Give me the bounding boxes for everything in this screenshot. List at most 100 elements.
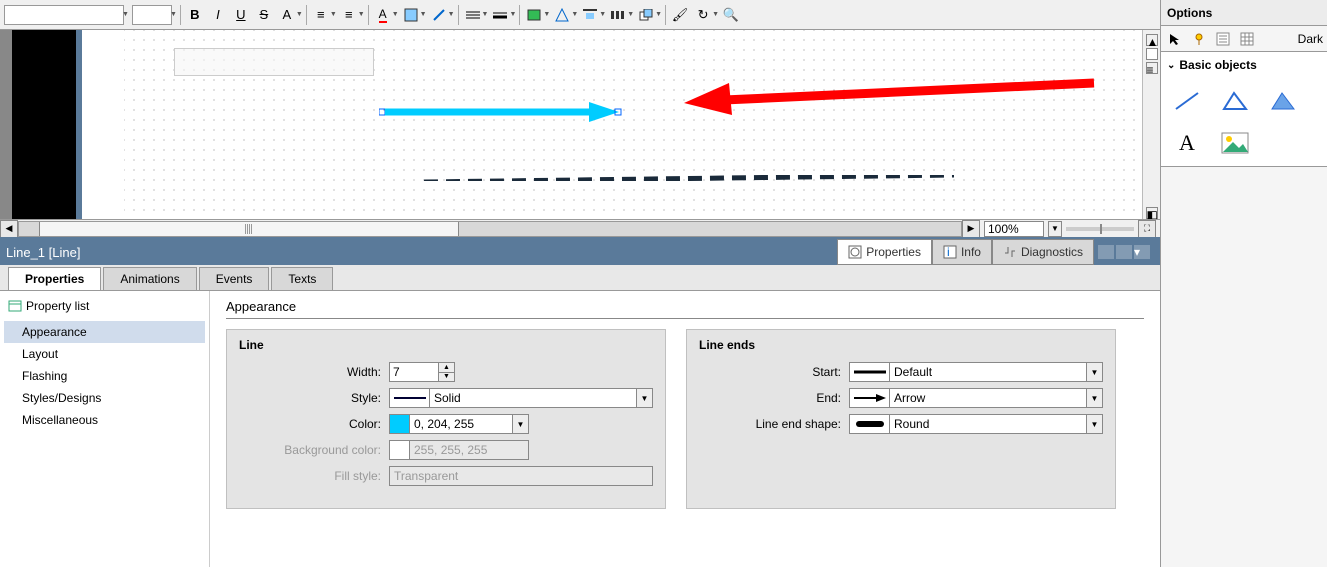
bold-button[interactable]: B	[184, 4, 206, 26]
line-width-button[interactable]	[489, 4, 511, 26]
chevron-down-icon: ⌄	[1167, 60, 1175, 71]
align-center-button[interactable]: ≡	[338, 4, 360, 26]
shape-fill-button[interactable]	[523, 4, 545, 26]
fillstyle-combo: Transparent	[389, 466, 653, 486]
canvas-object-placeholder[interactable]	[174, 48, 374, 76]
status-square-icon[interactable]	[1146, 48, 1158, 60]
inspector-title: Line_1 [Line]	[6, 245, 837, 260]
tab-label: Info	[961, 245, 981, 259]
right-side-panel: Options Dark ⌄ Basic objects A	[1160, 0, 1327, 567]
theme-label: Dark	[1298, 32, 1323, 46]
brush-button[interactable]: 🖌	[669, 4, 691, 26]
italic-button[interactable]: I	[207, 4, 229, 26]
align-left-button[interactable]: ≡	[310, 4, 332, 26]
grid-icon[interactable]	[1237, 29, 1257, 49]
canvas-status-bar: ▲ ≡ ◧	[1142, 30, 1160, 219]
basic-objects-header[interactable]: ⌄ Basic objects	[1161, 52, 1327, 78]
property-section-title: Appearance	[226, 299, 1144, 319]
group-title: Line	[239, 338, 653, 352]
canvas-red-arrow[interactable]	[684, 75, 1104, 115]
subtab-events[interactable]: Events	[199, 267, 270, 290]
width-spinner[interactable]: ▲▼	[439, 362, 455, 382]
color-combo[interactable]: 0, 204, 255 ▼	[389, 414, 529, 434]
options-header: Options	[1161, 0, 1327, 26]
formatting-toolbar: ▼ ▼ B I U S A▼ ≡▼ ≡▼ A▼ ▼ ▼ ▼ ▼ ▼ ▼ ▼ ▼ …	[0, 0, 1160, 30]
inspector-layout-button[interactable]	[1098, 245, 1114, 259]
subtab-properties[interactable]: Properties	[8, 267, 101, 290]
font-case-button[interactable]: A	[276, 4, 298, 26]
inspector-tab-properties[interactable]: Properties	[837, 239, 932, 265]
image-tool[interactable]	[1217, 128, 1253, 158]
dropdown-icon[interactable]: ▼	[122, 11, 129, 18]
property-category-appearance[interactable]: Appearance	[4, 321, 205, 343]
scroll-left-button[interactable]: ◀	[0, 220, 18, 238]
polyline-tool[interactable]	[1217, 86, 1253, 116]
label-end: End:	[699, 391, 849, 405]
bgcolor-combo: 255, 255, 255	[389, 440, 529, 460]
status-square-icon[interactable]: ≡	[1146, 62, 1158, 74]
zoom-dropdown-button[interactable]: ▼	[1048, 221, 1062, 237]
order-button[interactable]	[635, 4, 657, 26]
width-input[interactable]	[389, 362, 439, 382]
dropdown-icon[interactable]: ▼	[170, 11, 177, 18]
inspector-panel: Line_1 [Line] Properties i Info Diagnost…	[0, 237, 1160, 567]
inspector-tab-diagnostics[interactable]: Diagnostics	[992, 239, 1094, 265]
property-category-flashing[interactable]: Flashing	[4, 365, 205, 387]
list-icon[interactable]	[1213, 29, 1233, 49]
fill-color-button[interactable]	[400, 4, 422, 26]
align-objects-button[interactable]	[579, 4, 601, 26]
scroll-track[interactable]	[18, 221, 962, 237]
property-category-styles[interactable]: Styles/Designs	[4, 387, 205, 409]
label-width: Width:	[239, 365, 389, 379]
status-square-icon[interactable]: ▲	[1146, 34, 1158, 46]
line-color-button[interactable]	[428, 4, 450, 26]
start-combo[interactable]: Default ▼	[849, 362, 1103, 382]
distribute-button[interactable]	[607, 4, 629, 26]
status-square-icon[interactable]: ◧	[1146, 207, 1158, 219]
zoom-input[interactable]	[984, 221, 1044, 237]
design-canvas[interactable]: ▲ ≡ ◧	[0, 30, 1160, 219]
label-start: Start:	[699, 365, 849, 379]
polygon-tool[interactable]	[1265, 86, 1301, 116]
zoom-slider[interactable]	[1066, 227, 1134, 231]
label-bgcolor: Background color:	[239, 443, 389, 457]
style-combo[interactable]: Solid ▼	[389, 388, 653, 408]
property-list-title: Property list	[4, 297, 205, 315]
line-style-button[interactable]	[462, 4, 484, 26]
subtab-animations[interactable]: Animations	[103, 267, 196, 290]
group-line-ends: Line ends Start: Default ▼ End:	[686, 329, 1116, 509]
font-family-select[interactable]	[4, 5, 124, 25]
inspector-layout-button[interactable]	[1116, 245, 1132, 259]
shape-outline-button[interactable]	[551, 4, 573, 26]
end-combo[interactable]: Arrow ▼	[849, 388, 1103, 408]
inspector-collapse-button[interactable]: ▾	[1134, 245, 1150, 259]
strikethrough-button[interactable]: S	[253, 4, 275, 26]
inspector-tab-info[interactable]: i Info	[932, 239, 992, 265]
scroll-thumb[interactable]	[39, 222, 459, 236]
property-category-misc[interactable]: Miscellaneous	[4, 409, 205, 431]
underline-button[interactable]: U	[230, 4, 252, 26]
text-tool[interactable]: A	[1169, 128, 1205, 158]
label-fillstyle: Fill style:	[239, 469, 389, 483]
label-color: Color:	[239, 417, 389, 431]
rotate-button[interactable]: ↻	[692, 4, 714, 26]
canvas-dashed-line[interactable]	[424, 175, 954, 181]
label-shape: Line end shape:	[699, 417, 849, 431]
pin-icon[interactable]	[1189, 29, 1209, 49]
tab-label: Properties	[866, 245, 921, 259]
group-title: Line ends	[699, 338, 1103, 352]
zoom-fit-button[interactable]: ⛶	[1138, 220, 1156, 238]
pointer-tool-icon[interactable]	[1165, 29, 1185, 49]
horizontal-scrollbar: ◀ ▶ ▼ ⛶	[0, 219, 1160, 237]
zoom-tool-button[interactable]: 🔍	[720, 4, 742, 26]
font-size-select[interactable]	[132, 5, 172, 25]
line-tool[interactable]	[1169, 86, 1205, 116]
font-color-button[interactable]: A	[372, 4, 394, 26]
property-category-layout[interactable]: Layout	[4, 343, 205, 365]
shape-combo[interactable]: Round ▼	[849, 414, 1103, 434]
label-style: Style:	[239, 391, 389, 405]
scroll-right-button[interactable]: ▶	[962, 220, 980, 238]
subtab-texts[interactable]: Texts	[271, 267, 333, 290]
canvas-cyan-arrow[interactable]	[379, 100, 629, 130]
group-line: Line Width: ▲▼ Style: Solid ▼	[226, 329, 666, 509]
